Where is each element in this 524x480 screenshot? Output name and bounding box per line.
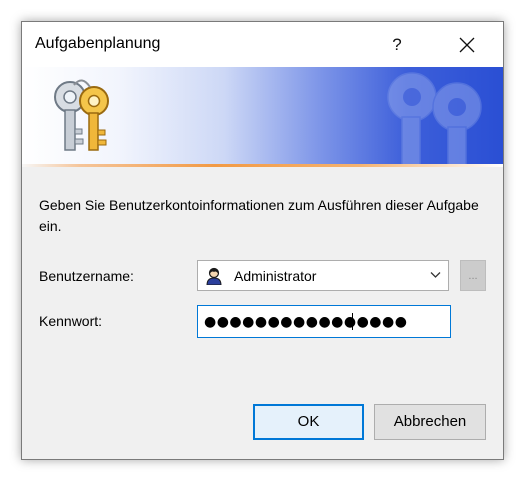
- help-button[interactable]: ?: [374, 28, 420, 62]
- browse-users-button[interactable]: ...: [460, 260, 486, 291]
- banner-accent-line: [22, 164, 503, 167]
- keys-watermark-icon: [387, 72, 482, 164]
- password-field[interactable]: [197, 305, 451, 338]
- chevron-down-icon[interactable]: [430, 271, 441, 279]
- keys-icon: [54, 79, 109, 151]
- title-bar[interactable]: Aufgabenplanung ?: [22, 22, 503, 67]
- close-button[interactable]: [442, 28, 492, 62]
- user-icon: [206, 267, 222, 285]
- cancel-button[interactable]: Abbrechen: [374, 404, 486, 440]
- instruction-text: Geben Sie Benutzerkontoinformationen zum…: [39, 197, 479, 234]
- username-label: Benutzername:: [39, 268, 134, 284]
- header-banner: [22, 67, 503, 164]
- text-caret: [352, 313, 353, 330]
- window-title: Aufgabenplanung: [35, 35, 161, 52]
- help-icon: ?: [392, 35, 402, 54]
- username-value: Administrator: [234, 268, 317, 284]
- task-scheduler-credentials-dialog: Aufgabenplanung ? Geben Sie Benutzerkont…: [21, 21, 504, 460]
- password-label: Kennwort:: [39, 313, 103, 329]
- ok-button[interactable]: OK: [253, 404, 364, 440]
- close-icon: [459, 37, 475, 53]
- username-combobox[interactable]: Administrator: [197, 260, 449, 291]
